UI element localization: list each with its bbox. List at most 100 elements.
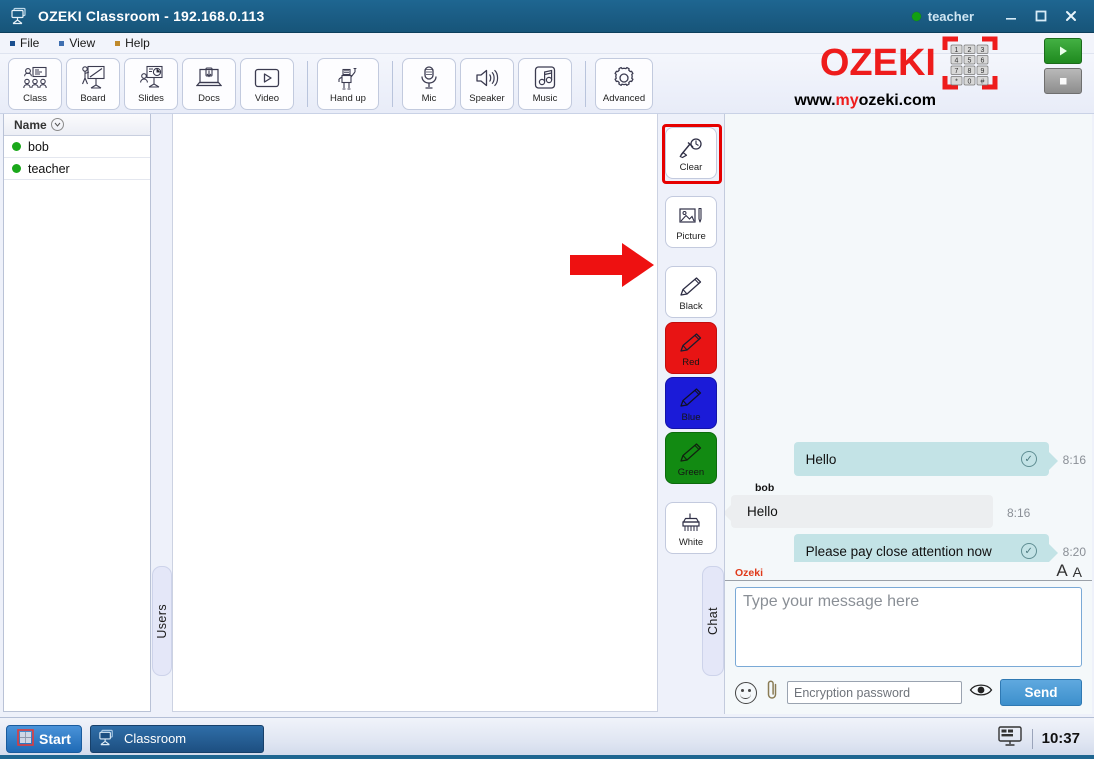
tool-button-green-label: Green [677, 466, 705, 478]
message-input[interactable] [735, 587, 1082, 667]
toolbar-button-class[interactable]: Class [8, 57, 62, 110]
encryption-password-field[interactable] [787, 681, 962, 704]
toolbar-button-slides[interactable]: Slides [124, 57, 178, 110]
menu-item-help[interactable]: Help [115, 36, 150, 50]
video-icon [253, 64, 281, 92]
font-increase-button[interactable]: A [1056, 562, 1067, 579]
paperclip-icon[interactable] [764, 679, 780, 706]
logo-row: OZEKI 1 2 3 4 5 6 7 8 9 * 0 # [820, 36, 998, 90]
tool-button-green[interactable]: Green [665, 432, 717, 484]
taskbar: Start Classroom 10:37 [0, 717, 1094, 759]
delivered-check-icon: ✓ [1020, 451, 1037, 467]
toolbar-group-content: Class Board Slides Docs Video [8, 57, 298, 110]
send-button[interactable]: Send [1000, 679, 1082, 706]
tool-button-red[interactable]: Red [665, 322, 717, 374]
toolbar-button-board[interactable]: Board [66, 57, 120, 110]
pencil-icon [677, 329, 705, 357]
keypad-icon: 1 2 3 4 5 6 7 8 9 * 0 # [942, 36, 998, 90]
message-text: Hello [805, 451, 837, 467]
clock[interactable]: 10:37 [1042, 730, 1080, 747]
svg-text:3: 3 [981, 47, 985, 54]
toolbar-group-audio: Mic Speaker Music [402, 57, 576, 110]
mic-icon [418, 64, 440, 92]
toolbar-button-advanced[interactable]: Advanced [595, 57, 653, 110]
stop-icon[interactable] [1044, 68, 1082, 94]
tool-button-white[interactable]: White [665, 502, 717, 554]
user-name: teacher [28, 161, 70, 176]
toolbar-divider [307, 60, 308, 107]
svg-text:5: 5 [968, 57, 972, 64]
toolbar-button-speaker-label: Speaker [469, 92, 505, 104]
start-button[interactable]: Start [6, 724, 82, 753]
bullet-icon [115, 40, 121, 46]
emoji-icon[interactable] [735, 681, 757, 704]
class-icon [22, 64, 48, 92]
svg-text:2: 2 [968, 47, 972, 54]
message-bubble: Hello ✓ [793, 442, 1058, 476]
users-list-header-label: Name [14, 117, 47, 132]
red-arrow-pointer [570, 242, 655, 288]
list-item[interactable]: teacher [4, 158, 150, 180]
chat-scroll-spacer [725, 120, 1092, 442]
logo-url-prefix: www. [794, 92, 836, 109]
taskbar-item-classroom[interactable]: Classroom [90, 724, 264, 753]
taskbar-item-label: Classroom [124, 731, 187, 746]
window-title: OZEKI Classroom - 192.168.0.113 [38, 8, 265, 24]
toolbar-button-slides-label: Slides [138, 92, 164, 104]
clear-icon [677, 134, 705, 162]
message-bubble: Hello [725, 495, 993, 528]
message-time: 8:16 [1007, 506, 1031, 520]
toolbar-button-board-label: Board [80, 92, 106, 104]
toolbar-button-mic-label: Mic [421, 92, 437, 104]
menu-item-view[interactable]: View [59, 36, 95, 50]
tool-button-picture[interactable]: Picture [665, 196, 717, 248]
bullet-icon [59, 40, 65, 46]
logo-brand-text: OZEKI [819, 41, 936, 84]
maximize-icon[interactable] [1026, 3, 1056, 29]
toolbar-button-docs[interactable]: Docs [182, 57, 236, 110]
current-user-name: teacher [927, 8, 974, 24]
tool-button-clear[interactable]: Clear [662, 124, 722, 184]
users-list-header[interactable]: Name [4, 114, 150, 136]
minimize-icon[interactable] [996, 3, 1026, 29]
toolbar-group-interaction: Hand up [317, 57, 383, 110]
toolbar-button-speaker[interactable]: Speaker [460, 57, 514, 110]
send-row: Send [725, 672, 1092, 714]
font-size-controls: A A [1056, 562, 1082, 579]
tab-chat[interactable]: Chat [702, 566, 724, 676]
tab-users[interactable]: Users [152, 566, 172, 676]
font-decrease-button[interactable]: A [1073, 565, 1082, 579]
list-item[interactable]: bob [4, 136, 150, 158]
toolbar-button-mic[interactable]: Mic [402, 57, 456, 110]
tool-button-white-label: White [678, 536, 704, 548]
chat-message-list: Hello ✓ 8:16 bob Hello 8:16 Please pay c… [725, 114, 1092, 562]
eye-icon[interactable] [969, 682, 993, 703]
toolbar-button-advanced-label: Advanced [602, 92, 646, 104]
windows-icon [17, 728, 34, 749]
close-icon[interactable] [1056, 3, 1086, 29]
message-bubble: Please pay close attention now ✓ [793, 534, 1058, 562]
tool-button-blue-label: Blue [681, 411, 701, 423]
toolbar-button-music-label: Music [532, 92, 558, 104]
gear-icon [611, 64, 637, 92]
toolbar-button-music[interactable]: Music [518, 57, 572, 110]
pencil-icon [677, 384, 705, 412]
svg-text:6: 6 [981, 57, 985, 64]
tool-button-blue[interactable]: Blue [665, 377, 717, 429]
tool-button-black[interactable]: Black [665, 266, 717, 318]
user-online-dot [911, 11, 921, 21]
speaker-icon [474, 64, 500, 92]
play-icon[interactable] [1044, 38, 1082, 64]
toolbar-button-video[interactable]: Video [240, 57, 294, 110]
chat-panel: Hello ✓ 8:16 bob Hello 8:16 Please pay c… [724, 114, 1092, 714]
message-time: 8:16 [1062, 453, 1086, 467]
chevron-down-icon[interactable] [50, 118, 64, 131]
menu-item-file[interactable]: File [10, 36, 39, 50]
svg-text:4: 4 [955, 57, 959, 64]
menu-item-help-label: Help [125, 36, 150, 50]
start-button-label: Start [39, 730, 71, 747]
monitor-icon[interactable] [997, 725, 1023, 752]
pencil-icon [677, 273, 705, 301]
whiteboard-canvas[interactable] [172, 114, 658, 712]
toolbar-button-hand-up[interactable]: Hand up [317, 57, 379, 110]
